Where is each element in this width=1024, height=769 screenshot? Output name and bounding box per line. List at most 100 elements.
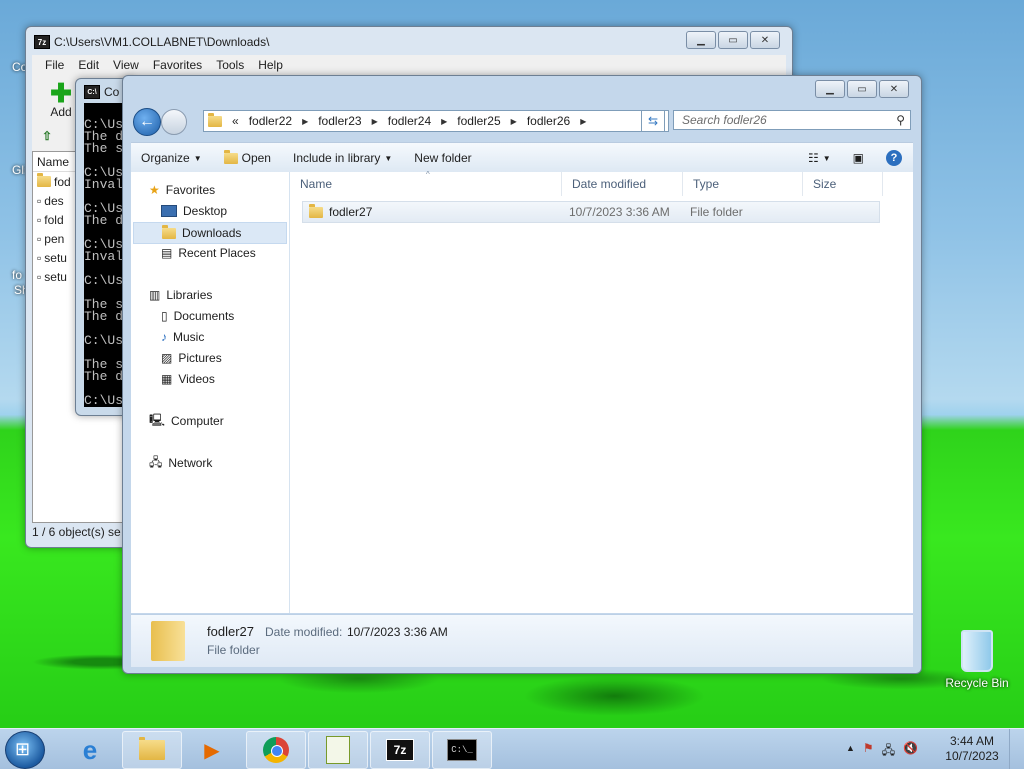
- forward-button[interactable]: [161, 109, 187, 135]
- close-button[interactable]: ✕: [879, 80, 909, 98]
- desktop-icon-fo-label[interactable]: fo: [12, 268, 22, 282]
- column-header-name[interactable]: Name ^: [290, 170, 562, 196]
- start-button[interactable]: ⊞: [5, 731, 45, 769]
- nav-documents[interactable]: ▯ Documents: [161, 306, 234, 326]
- recycle-bin-icon: [961, 630, 993, 672]
- taskbar-explorer[interactable]: [122, 731, 182, 769]
- preview-pane-button[interactable]: ▣: [842, 151, 875, 165]
- sevenzip-app-icon: 7z: [34, 35, 50, 49]
- breadcrumb-item[interactable]: fodler24: [388, 114, 431, 128]
- column-header-date[interactable]: Date modified: [562, 172, 683, 196]
- nav-computer[interactable]: 🖳 Computer: [149, 411, 224, 431]
- row-date: 10/7/2023 3:36 AM: [569, 205, 670, 219]
- taskbar-media-player[interactable]: ▶: [182, 731, 242, 769]
- breadcrumb-item[interactable]: fodler23: [318, 114, 361, 128]
- star-icon: ★: [149, 183, 160, 197]
- nav-libraries[interactable]: ▥ Libraries: [149, 285, 212, 305]
- breadcrumb-item[interactable]: fodler22: [249, 114, 292, 128]
- nav-network[interactable]: 🖧 Network: [149, 453, 212, 473]
- nav-favorites[interactable]: ★ Favorites: [149, 180, 215, 200]
- navigation-pane: ★ Favorites Desktop Downloads ▤ Recent Pla…: [131, 172, 290, 613]
- music-icon: ♪: [161, 330, 167, 344]
- new-folder-button[interactable]: New folder: [403, 151, 482, 165]
- file-list[interactable]: Name ^ Date modified Type Size fodler27 1…: [290, 170, 913, 613]
- nav-desktop[interactable]: Desktop: [161, 201, 227, 221]
- action-center-icon[interactable]: ⚑: [863, 741, 874, 762]
- file-explorer-icon: [139, 737, 165, 760]
- nav-videos[interactable]: ▦ Videos: [161, 369, 215, 389]
- show-hidden-icons-button[interactable]: ▲: [846, 743, 855, 762]
- chevron-right-icon[interactable]: ▶: [580, 117, 586, 126]
- sevenzip-titlebar[interactable]: 7z C:\Users\VM1.COLLABNET\Downloads\: [34, 35, 269, 49]
- minimize-button[interactable]: ▁: [815, 80, 845, 98]
- table-row[interactable]: fodler27 10/7/2023 3:36 AM File folder: [302, 201, 880, 223]
- cmd-taskbar-icon: C:\_: [447, 739, 477, 761]
- search-input[interactable]: Search fodler26 ⚲: [673, 110, 911, 130]
- search-placeholder: Search fodler26: [682, 113, 767, 127]
- folder-icon: [208, 112, 222, 127]
- chevron-right-icon[interactable]: ▶: [372, 117, 378, 126]
- sort-ascending-icon: ^: [426, 170, 430, 179]
- cmd-title: Co: [104, 85, 120, 99]
- network-tray-icon[interactable]: 🖧: [882, 741, 895, 762]
- breadcrumb-item[interactable]: fodler25: [457, 114, 500, 128]
- nav-downloads[interactable]: Downloads: [133, 222, 287, 244]
- cmd-titlebar[interactable]: C:\ Co: [84, 85, 119, 99]
- chrome-icon: [263, 737, 289, 763]
- menu-help[interactable]: Help: [251, 55, 290, 75]
- details-date-value: 10/7/2023 3:36 AM: [347, 625, 448, 639]
- details-pane: fodler27 Date modified: 10/7/2023 3:36 A…: [131, 614, 913, 667]
- breadcrumb-overflow[interactable]: «: [232, 114, 239, 128]
- column-header-type[interactable]: Type: [683, 172, 803, 196]
- recent-places-icon: ▤: [161, 246, 173, 260]
- chevron-right-icon[interactable]: ▶: [302, 117, 308, 126]
- chevron-right-icon[interactable]: ▶: [511, 117, 517, 126]
- network-icon: 🖧: [149, 454, 163, 469]
- maximize-button[interactable]: ▭: [718, 31, 748, 49]
- view-options-button[interactable]: ☷ ▼: [797, 151, 842, 165]
- nav-recent-places[interactable]: ▤ Recent Places: [161, 243, 256, 263]
- column-header-size[interactable]: Size: [803, 172, 883, 196]
- back-button[interactable]: ←: [133, 108, 161, 136]
- nav-pictures[interactable]: ▨ Pictures: [161, 348, 222, 368]
- details-name: fodler27: [207, 624, 254, 639]
- help-button[interactable]: ?: [875, 150, 913, 166]
- chevron-right-icon[interactable]: ▶: [441, 117, 447, 126]
- up-folder-icon[interactable]: ⇧: [42, 129, 52, 143]
- minimize-button[interactable]: ▁: [686, 31, 716, 49]
- menu-file[interactable]: File: [38, 55, 71, 75]
- help-icon: ?: [886, 150, 902, 166]
- taskbar-notepad-plus[interactable]: [308, 731, 368, 769]
- address-bar[interactable]: « fodler22 ▶ fodler23 ▶ fodler24 ▶ fodler25…: [203, 110, 669, 132]
- explorer-caption-buttons: ▁ ▭ ✕: [815, 80, 909, 98]
- explorer-window[interactable]: ▁ ▭ ✕ ← « fodler22 ▶ fodler23 ▶ fodler24 ▶ …: [122, 75, 922, 674]
- taskbar-cmd[interactable]: C:\_: [432, 731, 492, 769]
- clock-date: 10/7/2023: [945, 749, 999, 763]
- sevenzip-taskbar-icon: 7z: [386, 739, 414, 761]
- cmd-app-icon: C:\: [84, 85, 100, 99]
- desktop-icon-recycle-bin[interactable]: Recycle Bin: [945, 630, 1009, 690]
- taskbar-internet-explorer[interactable]: e: [60, 731, 120, 769]
- close-button[interactable]: ✕: [750, 31, 780, 49]
- documents-icon: ▯: [161, 309, 168, 323]
- taskbar-7zip[interactable]: 7z: [370, 731, 430, 769]
- clock[interactable]: 3:44 AM 10/7/2023: [942, 734, 1002, 764]
- menu-view[interactable]: View: [106, 55, 146, 75]
- search-icon[interactable]: ⚲: [896, 113, 905, 127]
- refresh-button[interactable]: ⇆: [641, 110, 665, 132]
- volume-muted-icon[interactable]: 🔇: [903, 741, 918, 762]
- include-in-library-button[interactable]: Include in library ▼: [282, 151, 403, 165]
- taskbar-chrome[interactable]: [246, 731, 306, 769]
- computer-icon: 🖳: [149, 412, 166, 427]
- open-button[interactable]: Open: [213, 149, 282, 165]
- menu-favorites[interactable]: Favorites: [146, 55, 209, 75]
- nav-music[interactable]: ♪ Music: [161, 327, 204, 347]
- breadcrumb-item[interactable]: fodler26: [527, 114, 570, 128]
- command-bar: Organize ▼ Open Include in library ▼ New f…: [131, 142, 913, 174]
- menu-edit[interactable]: Edit: [71, 55, 106, 75]
- organize-button[interactable]: Organize ▼: [131, 151, 213, 165]
- menu-tools[interactable]: Tools: [209, 55, 251, 75]
- sevenzip-title: C:\Users\VM1.COLLABNET\Downloads\: [54, 35, 270, 49]
- maximize-button[interactable]: ▭: [847, 80, 877, 98]
- show-desktop-button[interactable]: [1009, 729, 1024, 769]
